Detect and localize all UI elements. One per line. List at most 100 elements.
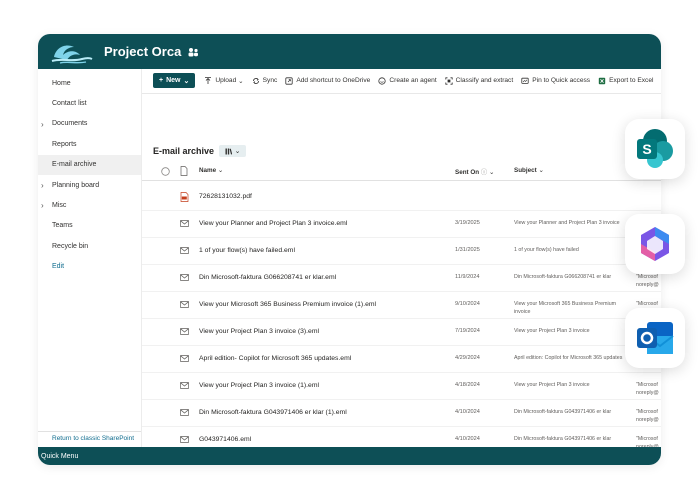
sender-cell: "Microsof noreply@ [636, 436, 659, 447]
pdf-file-icon [180, 192, 189, 202]
file-name-link[interactable]: Din Microsoft-faktura G043971406 er klar… [199, 409, 347, 416]
sent-on-cell: 4/10/2024 [455, 409, 480, 415]
classify-icon [445, 76, 453, 85]
pin-icon [521, 77, 529, 84]
chevron-down-icon: ⌄ [236, 77, 244, 85]
sent-on-cell: 1/31/2025 [455, 247, 480, 253]
sharepoint-app-tile: S [625, 119, 685, 179]
create-agent-button[interactable]: Create an agent [378, 76, 437, 85]
pin-label: Pin to Quick access [532, 77, 591, 84]
nav-label: E-mail archive [52, 161, 97, 169]
nav-label: Home [52, 79, 71, 87]
info-icon: ⓘ [480, 169, 488, 176]
file-name-link[interactable]: View your Project Plan 3 invoice (1).eml [199, 382, 319, 389]
subject-cell: Din Microsoft-faktura G043971406 er klar [514, 409, 612, 415]
nav-item-misc[interactable]: › Misc [38, 195, 141, 215]
sharepoint-window: Project Orca Home Contact list › Document… [38, 34, 661, 465]
sent-on-cell: 4/10/2024 [455, 436, 480, 442]
sent-on-column-label: Sent On [455, 169, 480, 176]
subject-cell: 1 of your flow(s) have failed [514, 247, 579, 253]
nav-item-email-archive[interactable]: E-mail archive [38, 154, 141, 175]
sender-cell: "Microsof noreply@ [636, 382, 659, 396]
classify-label: Classify and extract [455, 77, 514, 84]
classify-extract-button[interactable]: Classify and extract [445, 76, 514, 85]
nav-item-home[interactable]: Home [38, 73, 141, 93]
chevron-right-icon[interactable]: › [41, 201, 44, 210]
subject-column-header[interactable]: Subject ⌄ [514, 167, 544, 174]
name-column-header[interactable]: Name ⌄ [199, 167, 223, 174]
upload-button[interactable]: Upload ⌄ [204, 76, 244, 85]
sent-on-cell: 11/9/2024 [455, 274, 480, 280]
export-label: Export to Excel [609, 77, 654, 84]
email-file-icon [180, 247, 189, 254]
file-row[interactable]: 1 of your flow(s) have failed.eml 1/31/20… [142, 238, 661, 265]
excel-icon [598, 77, 606, 84]
quick-menu-label: Quick Menu [41, 452, 79, 460]
column-header-row: Name ⌄ Sent On ⓘ ⌄ Subject ⌄ [142, 163, 661, 181]
file-row[interactable]: View your Microsoft 365 Business Premium… [142, 292, 661, 319]
site-title[interactable]: Project Orca [104, 44, 181, 59]
sync-icon [252, 77, 259, 84]
file-name-link[interactable]: Din Microsoft-faktura G066208741 er klar… [199, 274, 336, 281]
nav-item-contact-list[interactable]: Contact list [38, 93, 141, 113]
nav-label: Recycle bin [52, 242, 89, 250]
nav-item-documents[interactable]: › Documents [38, 114, 141, 134]
file-row[interactable]: View your Project Plan 3 invoice (1).eml… [142, 373, 661, 400]
add-shortcut-button[interactable]: Add shortcut to OneDrive [285, 76, 370, 85]
file-row[interactable]: 72628131032.pdf [142, 184, 661, 211]
file-row[interactable]: Din Microsoft-faktura G043971406 er klar… [142, 400, 661, 427]
chevron-right-icon[interactable]: › [41, 181, 44, 190]
shortcut-icon [285, 76, 293, 85]
file-name-link[interactable]: 72628131032.pdf [199, 193, 252, 200]
file-row[interactable]: April edition- Copilot for Microsoft 365… [142, 346, 661, 373]
teams-channel-icon[interactable] [187, 46, 199, 58]
agent-label: Create an agent [389, 77, 437, 84]
nav-item-reports[interactable]: Reports [38, 134, 141, 154]
nav-label: Contact list [52, 100, 87, 108]
sync-button[interactable]: Sync [252, 77, 277, 85]
library-content: + New ⌄ Upload ⌄ Sync Add shortcut to On… [142, 69, 661, 447]
subject-cell: View your Project Plan 3 invoice [514, 382, 590, 388]
subject-column-label: Subject [514, 167, 537, 174]
sent-on-column-header[interactable]: Sent On ⓘ ⌄ [455, 167, 494, 176]
select-all-circle-icon[interactable] [161, 167, 170, 176]
sender-cell: "Microsof noreply@ [636, 274, 659, 288]
nav-label: Documents [52, 120, 88, 128]
file-name-link[interactable]: April edition- Copilot for Microsoft 365… [199, 355, 351, 362]
new-label: New [166, 77, 181, 84]
export-excel-button[interactable]: Export to Excel [598, 77, 653, 85]
pin-quick-access-button[interactable]: Pin to Quick access [521, 77, 590, 85]
sharepoint-app-icon: S [637, 129, 673, 168]
nav-item-teams[interactable]: Teams [38, 216, 141, 236]
file-row[interactable]: Din Microsoft-faktura G066208741 er klar… [142, 265, 661, 292]
svg-text:S: S [642, 141, 651, 157]
file-row[interactable]: View your Planner and Project Plan 3 inv… [142, 211, 661, 238]
copilot-app-tile [625, 214, 685, 274]
file-row[interactable]: View your Project Plan 3 invoice (3).eml… [142, 319, 661, 346]
nav-label: Edit [52, 263, 65, 271]
subject-cell: View your Microsoft 365 Business Premium… [514, 301, 617, 315]
file-name-link[interactable]: View your Project Plan 3 invoice (3).eml [199, 328, 319, 335]
view-switcher-button[interactable]: ⌄ [219, 145, 247, 157]
chevron-down-icon: ⌄ [183, 77, 190, 85]
file-name-link[interactable]: View your Planner and Project Plan 3 inv… [199, 220, 347, 227]
nav-item-planning-board[interactable]: › Planning board [38, 175, 141, 195]
file-name-link[interactable]: G043971406.eml [199, 436, 251, 443]
nav-label: Misc [52, 202, 67, 210]
sent-on-cell: 4/18/2024 [455, 382, 480, 388]
new-button[interactable]: + New ⌄ [153, 73, 196, 88]
email-file-icon [180, 355, 189, 362]
nav-item-recycle-bin[interactable]: Recycle bin [38, 236, 141, 256]
chevron-right-icon[interactable]: › [41, 120, 44, 129]
file-type-header-icon[interactable] [180, 166, 188, 176]
sender-cell: "Microsof noreply@ [636, 409, 659, 423]
library-title-bar: E-mail archive ⌄ [153, 145, 247, 157]
quick-menu-bar[interactable]: Quick Menu [38, 447, 661, 465]
nav-edit-link[interactable]: Edit [38, 257, 141, 277]
file-name-link[interactable]: 1 of your flow(s) have failed.eml [199, 247, 295, 254]
file-row[interactable]: G043971406.eml 4/10/2024 Din Microsoft-fak… [142, 427, 661, 447]
library-view-icon [225, 148, 232, 155]
file-name-link[interactable]: View your Microsoft 365 Business Premium… [199, 301, 376, 308]
return-to-classic-link[interactable]: Return to classic SharePoint [38, 431, 141, 445]
orca-wave-logo-icon[interactable] [50, 39, 94, 65]
